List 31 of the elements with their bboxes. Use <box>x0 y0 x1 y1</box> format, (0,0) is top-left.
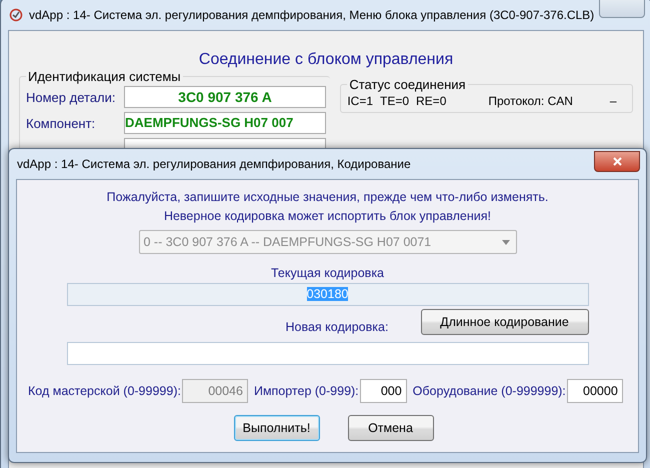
field-label: Компонент: <box>26 116 96 130</box>
status-text: – <box>610 94 617 108</box>
warning-text: Пожалуйста, запишите исходные значения, прежде чем что-либо изменять. <box>106 189 548 206</box>
code-field[interactable]: 00000 <box>566 379 623 403</box>
status-text: TE=0 <box>380 94 410 108</box>
warning-text: Неверное кодировка может испортить блок управления! <box>164 208 492 225</box>
field-label: Оборудование (0-999999): <box>412 384 566 398</box>
status-text: IC=1 <box>347 94 373 108</box>
field-label: Новая кодировка: <box>286 320 388 334</box>
close-icon <box>612 157 622 166</box>
cancel-button[interactable]: Отмена <box>348 415 434 441</box>
close-button[interactable] <box>594 151 640 172</box>
field-label: Номер детали: <box>26 90 117 104</box>
code-field[interactable]: 000 <box>360 379 407 403</box>
field-label: Код мастерской (0-99999): <box>28 384 181 398</box>
status-text: RE=0 <box>416 94 446 108</box>
new-coding-field[interactable] <box>66 342 588 365</box>
protocol-text: Протокол: CAN <box>488 94 573 108</box>
execute-button[interactable]: Выполнить! <box>234 415 320 441</box>
group-title: Статус соединения <box>348 77 467 92</box>
value-field: DAEMPFUNGS-SG H07 007 <box>124 112 326 134</box>
field-label: Текущая кодировка <box>270 266 384 280</box>
long-coding-button[interactable]: Длинное кодирование <box>420 309 588 335</box>
group-title: Идентификация системы <box>27 69 182 84</box>
app-icon <box>9 8 23 22</box>
value-field: 3C0 907 376 A <box>124 86 326 108</box>
section-heading: Соединение с блоком управления <box>198 51 454 69</box>
window-title: vdApp : 14- Система эл. регулирования демпфирования, Меню блока управления (3C0-907-376.CLB) <box>29 8 594 22</box>
dialog-title: vdApp : 14- Система эл. регулирования демпфирования, Кодирование <box>17 157 411 171</box>
caret-icon <box>502 240 510 244</box>
field-label: Импортер (0-999): <box>254 384 359 398</box>
